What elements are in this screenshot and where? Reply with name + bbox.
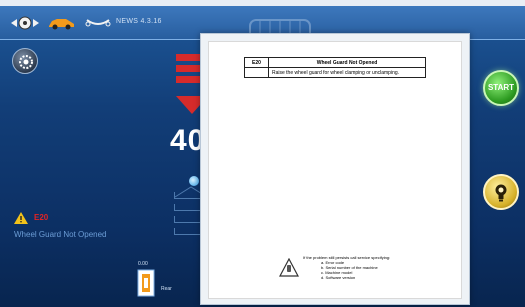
wheel-profile-icon[interactable]: [136, 268, 156, 298]
light-button[interactable]: [483, 174, 519, 210]
empty-cell: [244, 67, 269, 78]
service-intro: If the problem still persists call servi…: [303, 255, 391, 260]
bottom-small-value: 0.00: [138, 261, 148, 267]
balancer-screen: NEWS 4.3.16 40 E20 Wheel Guard Not Opene…: [0, 0, 525, 307]
service-instructions: If the problem still persists call servi…: [303, 255, 390, 280]
car-icon[interactable]: [46, 14, 76, 32]
position-dot: [189, 176, 199, 186]
alarm-message: Wheel Guard Not Opened: [14, 230, 107, 239]
service-list: a. Error code b. Serial number of the ma…: [321, 260, 390, 280]
alarm-code: E20: [34, 213, 49, 222]
software-version: NEWS 4.3.16: [116, 18, 162, 25]
error-table: E20 Wheel Guard Not Opened Raise the whe…: [244, 57, 426, 78]
start-button[interactable]: START: [483, 70, 519, 106]
wheel-balance-icon[interactable]: [10, 14, 40, 32]
table-row: E20 Wheel Guard Not Opened: [244, 57, 426, 68]
error-document-page: E20 Wheel Guard Not Opened Raise the whe…: [208, 41, 462, 299]
settings-button[interactable]: [12, 48, 38, 74]
error-code-cell: E20: [244, 57, 269, 68]
warning-triangle-icon: [14, 212, 28, 224]
bulb-icon: [495, 184, 507, 202]
motorbike-icon[interactable]: [84, 14, 112, 32]
gear-icon: [19, 55, 33, 69]
list-item: d. Software version: [321, 275, 356, 280]
error-title-cell: Wheel Guard Not Opened: [268, 57, 426, 68]
bottom-label: Rear: [161, 286, 172, 292]
table-row: Raise the wheel guard for wheel clamping…: [244, 67, 426, 78]
caution-icon: [279, 258, 299, 277]
error-action-cell: Raise the wheel guard for wheel clamping…: [268, 67, 426, 78]
